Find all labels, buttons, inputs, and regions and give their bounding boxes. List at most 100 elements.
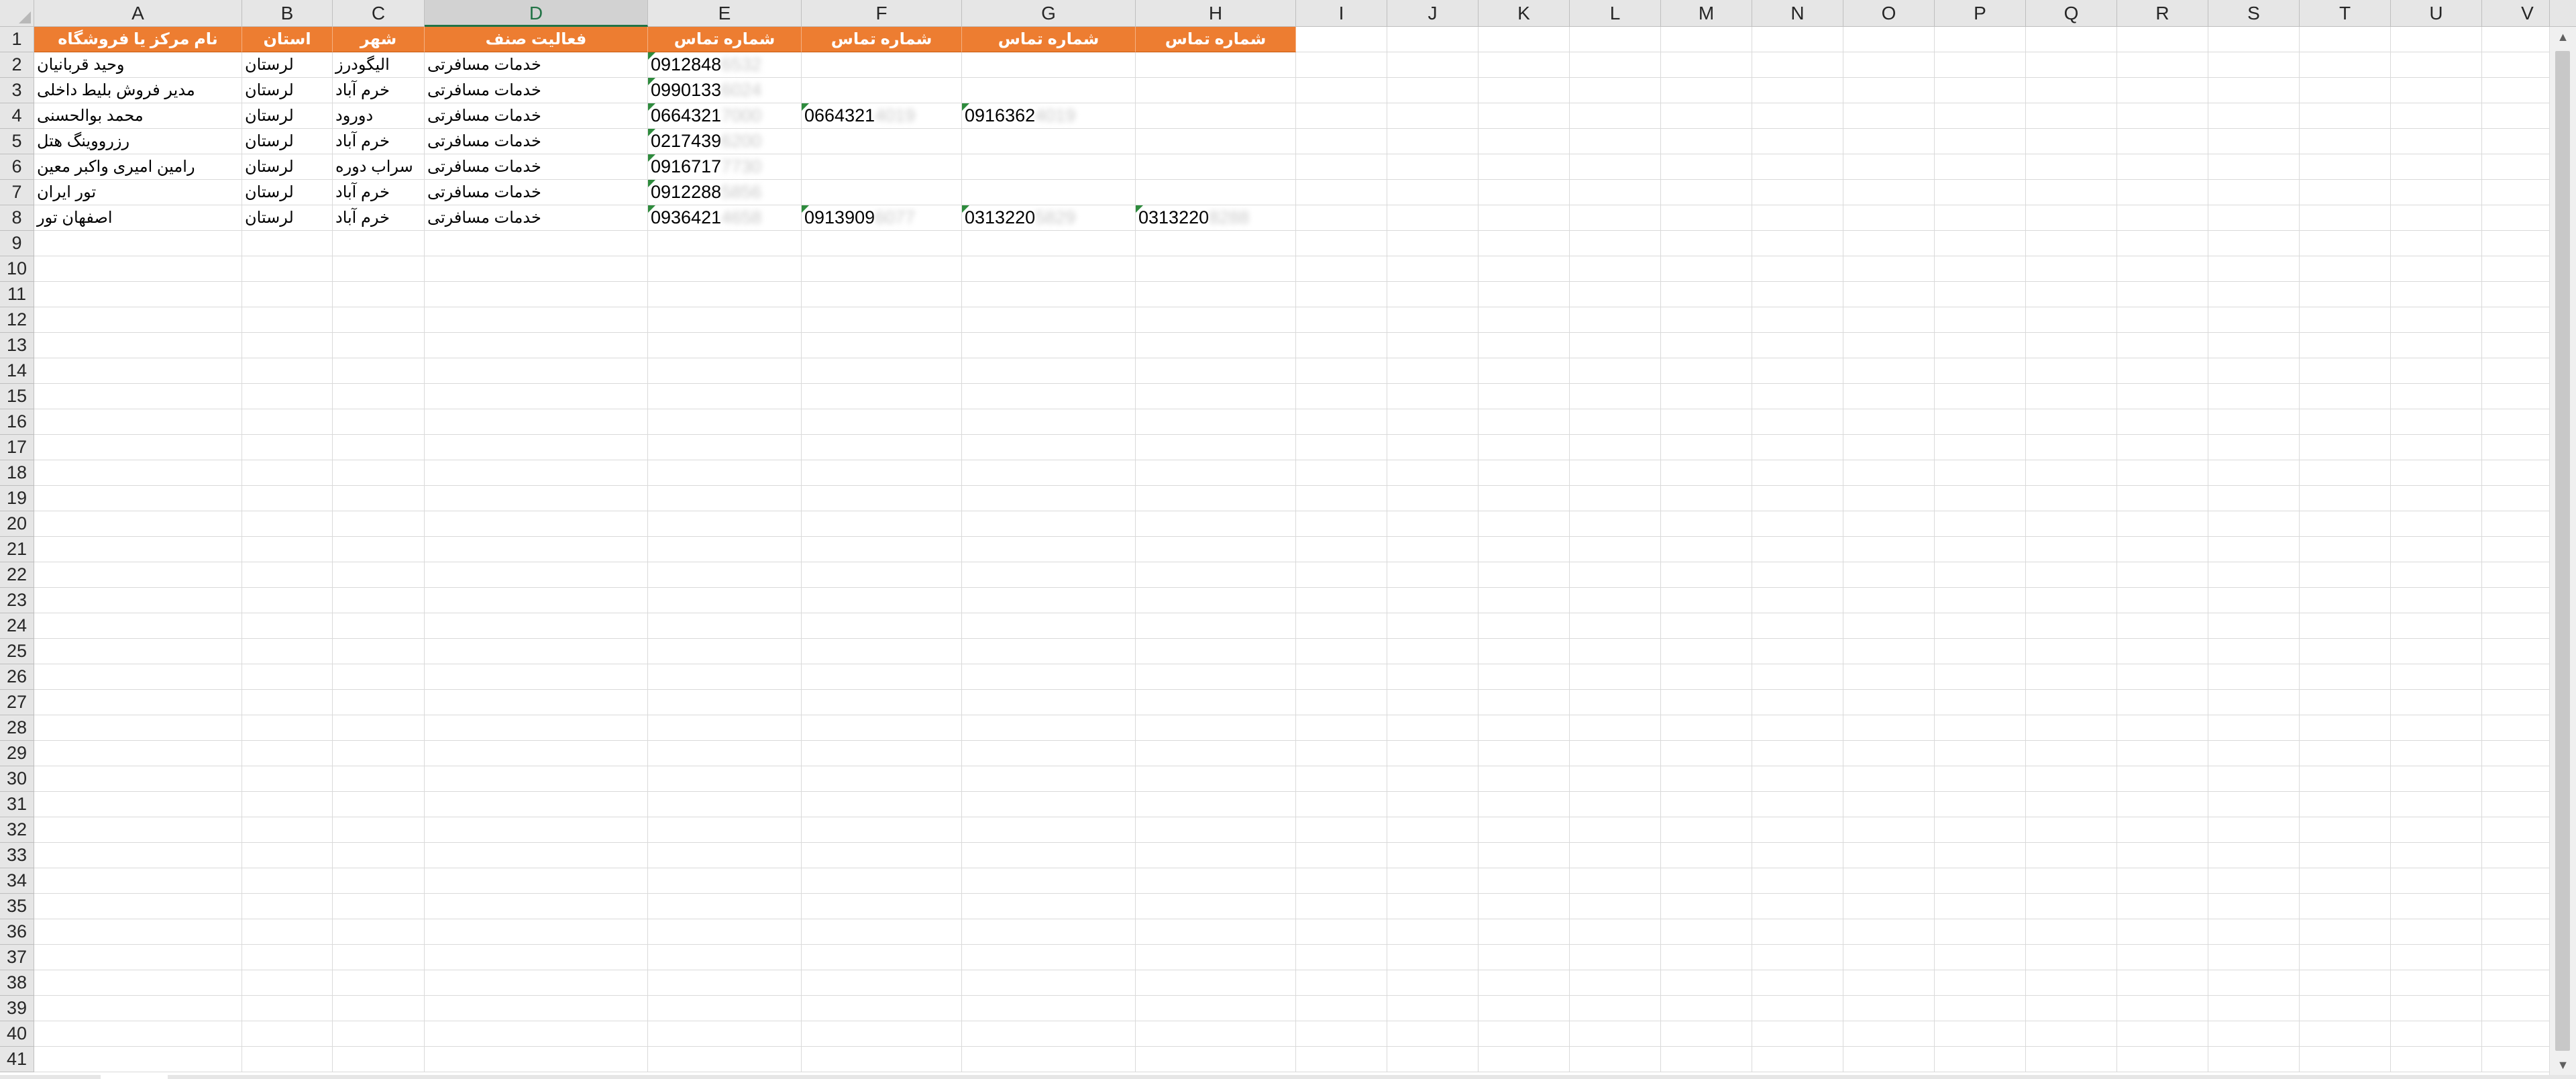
empty-cell[interactable]	[34, 868, 242, 894]
empty-cell[interactable]	[1935, 766, 2026, 792]
empty-cell[interactable]	[2391, 766, 2482, 792]
empty-cell[interactable]	[2300, 511, 2391, 537]
empty-cell[interactable]	[34, 996, 242, 1021]
empty-cell[interactable]	[802, 715, 962, 741]
empty-cell[interactable]	[2026, 78, 2117, 103]
empty-cell[interactable]	[2117, 817, 2208, 843]
empty-cell[interactable]	[962, 919, 1136, 945]
empty-cell[interactable]	[2026, 307, 2117, 333]
empty-cell[interactable]	[2482, 894, 2549, 919]
empty-cell[interactable]	[1752, 537, 1843, 562]
empty-cell[interactable]	[802, 817, 962, 843]
empty-cell[interactable]	[1296, 78, 1387, 103]
empty-cell[interactable]	[1136, 486, 1296, 511]
empty-cell[interactable]	[425, 919, 648, 945]
empty-cell[interactable]	[648, 766, 802, 792]
empty-cell[interactable]	[1136, 792, 1296, 817]
text-cell[interactable]: خدمات مسافرتی	[425, 180, 648, 205]
row-header-19[interactable]: 19	[0, 486, 34, 511]
row-header-11[interactable]: 11	[0, 282, 34, 307]
empty-cell[interactable]	[1387, 741, 1479, 766]
text-cell[interactable]: لرستان	[242, 78, 333, 103]
empty-cell[interactable]	[2482, 613, 2549, 639]
empty-cell[interactable]	[802, 766, 962, 792]
empty-cell[interactable]	[2391, 205, 2482, 231]
empty-cell[interactable]	[1935, 27, 2026, 52]
empty-cell[interactable]	[1843, 792, 1935, 817]
empty-cell[interactable]	[1661, 868, 1752, 894]
empty-cell[interactable]	[2300, 945, 2391, 970]
empty-cell[interactable]	[1661, 639, 1752, 664]
empty-cell[interactable]	[2482, 154, 2549, 180]
empty-cell[interactable]	[2482, 766, 2549, 792]
empty-cell[interactable]	[2117, 639, 2208, 664]
empty-cell[interactable]	[1387, 639, 1479, 664]
empty-cell[interactable]	[1843, 435, 1935, 460]
empty-cell[interactable]	[2482, 180, 2549, 205]
empty-cell[interactable]	[425, 537, 648, 562]
empty-cell[interactable]	[1296, 817, 1387, 843]
empty-cell[interactable]	[242, 766, 333, 792]
empty-cell[interactable]	[242, 715, 333, 741]
empty-cell[interactable]	[1752, 205, 1843, 231]
empty-cell[interactable]	[1479, 103, 1570, 129]
empty-cell[interactable]	[1296, 154, 1387, 180]
empty-cell[interactable]	[34, 919, 242, 945]
empty-cell[interactable]	[1661, 945, 1752, 970]
empty-cell[interactable]	[2117, 205, 2208, 231]
empty-cell[interactable]	[2117, 511, 2208, 537]
empty-cell[interactable]	[962, 970, 1136, 996]
empty-cell[interactable]	[1752, 486, 1843, 511]
empty-cell[interactable]	[962, 715, 1136, 741]
empty-cell[interactable]	[2117, 384, 2208, 409]
empty-cell[interactable]	[2208, 588, 2300, 613]
empty-cell[interactable]	[2391, 180, 2482, 205]
empty-cell[interactable]	[2391, 460, 2482, 486]
empty-cell[interactable]	[1387, 537, 1479, 562]
empty-cell[interactable]	[2117, 792, 2208, 817]
empty-cell[interactable]	[1479, 894, 1570, 919]
empty-cell[interactable]	[2026, 205, 2117, 231]
empty-cell[interactable]	[1387, 256, 1479, 282]
empty-cell[interactable]	[1935, 792, 2026, 817]
empty-cell[interactable]	[2026, 27, 2117, 52]
empty-cell[interactable]	[1752, 639, 1843, 664]
empty-cell[interactable]	[1843, 588, 1935, 613]
empty-cell[interactable]	[962, 1021, 1136, 1047]
empty-cell[interactable]	[962, 52, 1136, 78]
empty-cell[interactable]	[1136, 231, 1296, 256]
row-header-12[interactable]: 12	[0, 307, 34, 333]
empty-cell[interactable]	[1843, 460, 1935, 486]
empty-cell[interactable]	[1752, 103, 1843, 129]
empty-cell[interactable]	[2300, 103, 2391, 129]
empty-cell[interactable]	[802, 664, 962, 690]
empty-cell[interactable]	[425, 231, 648, 256]
empty-cell[interactable]	[1479, 409, 1570, 435]
empty-cell[interactable]	[962, 894, 1136, 919]
phone-number-cell[interactable]: 09128486532	[648, 52, 802, 78]
empty-cell[interactable]	[242, 511, 333, 537]
empty-cell[interactable]	[425, 384, 648, 409]
empty-cell[interactable]	[1661, 996, 1752, 1021]
empty-cell[interactable]	[962, 766, 1136, 792]
empty-cell[interactable]	[1296, 588, 1387, 613]
empty-cell[interactable]	[1752, 333, 1843, 358]
empty-cell[interactable]	[333, 843, 425, 868]
empty-cell[interactable]	[1843, 919, 1935, 945]
empty-cell[interactable]	[962, 996, 1136, 1021]
empty-cell[interactable]	[962, 180, 1136, 205]
empty-cell[interactable]	[2117, 919, 2208, 945]
empty-cell[interactable]	[2391, 792, 2482, 817]
empty-cell[interactable]	[1387, 205, 1479, 231]
empty-cell[interactable]	[2117, 766, 2208, 792]
empty-cell[interactable]	[1843, 1047, 1935, 1072]
empty-cell[interactable]	[242, 588, 333, 613]
empty-cell[interactable]	[333, 664, 425, 690]
empty-cell[interactable]	[1752, 664, 1843, 690]
text-cell[interactable]: خرم آباد	[333, 180, 425, 205]
empty-cell[interactable]	[2026, 486, 2117, 511]
select-all-triangle-icon[interactable]	[0, 0, 34, 27]
empty-cell[interactable]	[2026, 664, 2117, 690]
empty-cell[interactable]	[2391, 231, 2482, 256]
empty-cell[interactable]	[1479, 996, 1570, 1021]
